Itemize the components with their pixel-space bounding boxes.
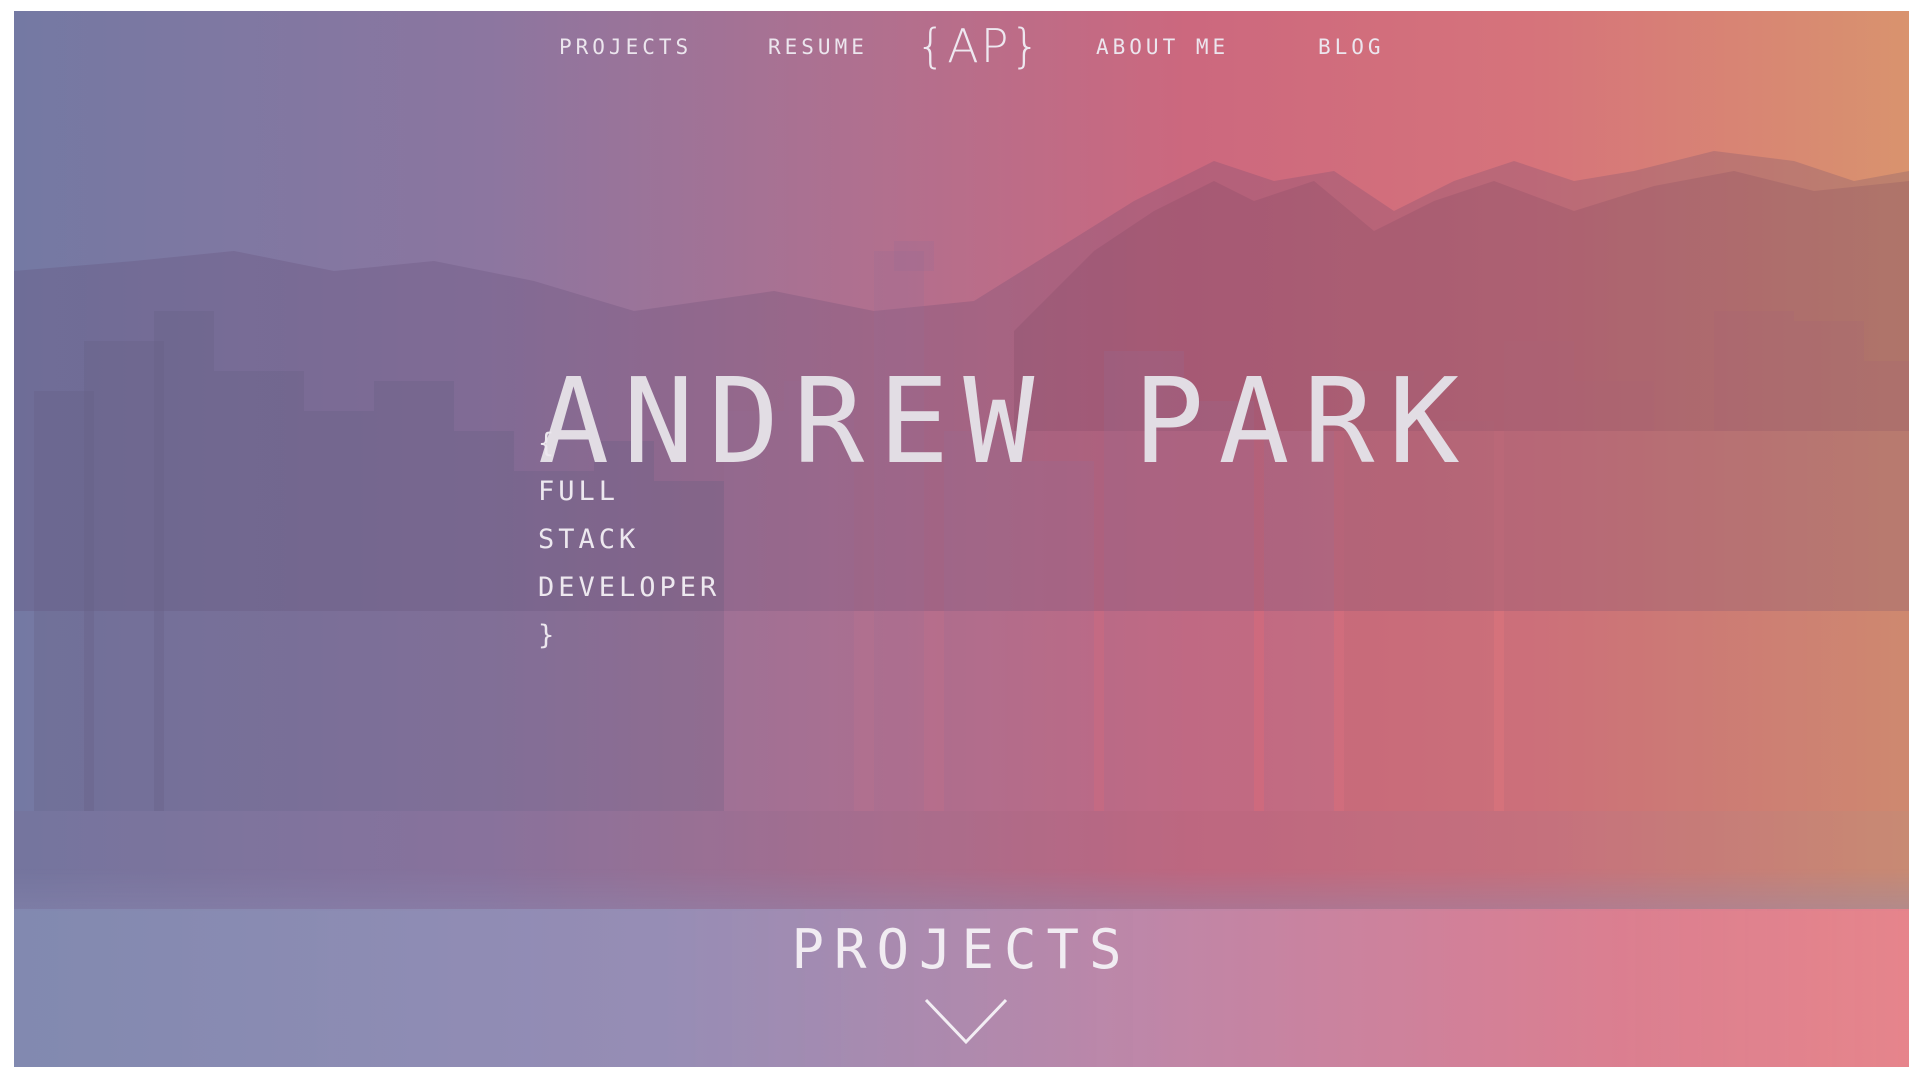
nav-blog-link[interactable]: BLOG [1318,35,1385,59]
nav-projects-link[interactable]: PROJECTS [559,35,692,59]
role-close-brace: } [538,620,559,651]
role-line-developer: DEVELOPER [538,572,721,603]
role-line-stack: STACK [538,524,640,555]
hero-role: { FULL STACK DEVELOPER } [538,420,720,660]
site-logo[interactable]: {AP} [916,19,1042,73]
projects-section-title[interactable]: PROJECTS [14,918,1909,981]
nav-resume-link[interactable]: RESUME [768,35,868,59]
top-navigation: PROJECTS RESUME {AP} ABOUT ME BLOG [14,11,1909,91]
nav-about-link[interactable]: ABOUT ME [1096,35,1229,59]
chevron-down-icon[interactable] [924,998,1008,1046]
role-line-full: FULL [538,476,620,507]
role-open-brace: { [538,428,559,459]
hero-banner: PROJECTS RESUME {AP} ABOUT ME BLOG ANDRE… [14,11,1909,1067]
